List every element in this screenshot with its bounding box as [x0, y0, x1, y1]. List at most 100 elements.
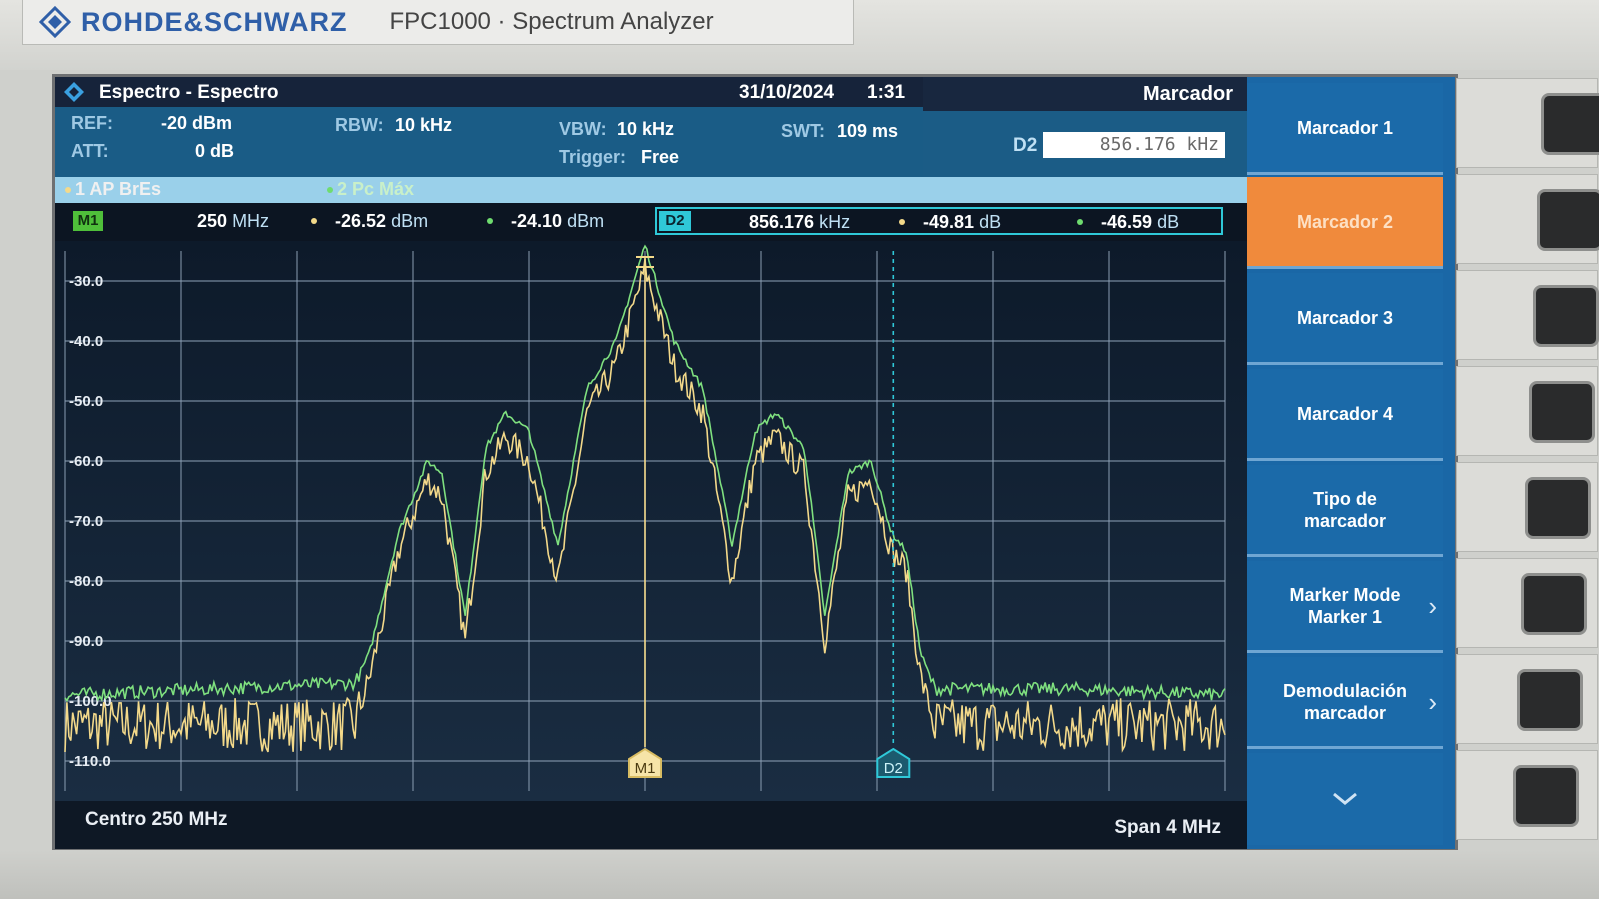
measurement-settings[interactable]: REF: -20 dBm ATT: 0 dB RBW: 10 kHz VBW: … [55, 107, 923, 177]
center-frequency-label[interactable]: Centro 250 MHz [85, 809, 228, 831]
y-tick-label: -50.0 [69, 393, 103, 410]
trace2-color-dot [327, 187, 333, 193]
vbw-label: VBW: [559, 119, 607, 139]
y-tick-label: -80.0 [69, 573, 103, 590]
hw-softkey-2[interactable] [1537, 189, 1599, 251]
hw-key-frame [1456, 558, 1598, 648]
m1-marker-tag-label: M1 [635, 760, 656, 777]
trace-status-row: 1 AP BrEs 2 Pc Máx [55, 177, 1247, 203]
entry-label: D2 [1013, 135, 1038, 156]
brand-name: ROHDE&SCHWARZ [81, 6, 348, 37]
rbw-label: RBW: [335, 115, 384, 135]
instrument-bezel-bottom [0, 850, 1599, 899]
model-name: FPC1000 · Spectrum Analyzer [389, 8, 714, 35]
window-title: Espectro - Espectro [99, 82, 279, 103]
chevron-down-icon [1333, 792, 1357, 805]
d2-frequency-value: 856.176 [749, 212, 815, 232]
d2-trace1-value: -49.81 [923, 212, 975, 232]
softkey-marcador-2[interactable]: Marcador 2 [1247, 177, 1443, 269]
m1-tag[interactable]: M1 [73, 211, 103, 231]
d2-trace1-unit: dB [979, 212, 1002, 232]
trace2-dot [1077, 219, 1083, 225]
vbw-value: 10 kHz [617, 119, 675, 139]
swt-value: 109 ms [837, 121, 899, 141]
d2-marker-tag-label: D2 [884, 760, 903, 777]
ref-label: REF: [71, 113, 113, 133]
softkey-marcador-4[interactable]: Marcador 4 [1247, 369, 1443, 461]
m1-trace2-unit: dBm [567, 211, 605, 231]
m1-trace1-level: -26.52 dBm [311, 211, 428, 232]
hw-softkey-7[interactable] [1517, 669, 1583, 731]
att-label: ATT: [71, 141, 109, 161]
d2-frequency: 856.176 kHz [749, 212, 850, 233]
softkey-demodulacion-marcador[interactable]: Demodulación marcador › [1247, 657, 1443, 749]
hw-softkey-8[interactable] [1513, 765, 1579, 827]
hw-key-frame [1456, 462, 1598, 552]
hw-key-frame [1456, 750, 1598, 840]
chevron-right-icon: › [1428, 686, 1437, 717]
ref-value: -20 dBm [161, 113, 233, 133]
softkey-label: Tipo de marcador [1303, 488, 1387, 531]
d2-trace2-level: -46.59 dB [1077, 212, 1179, 233]
y-tick-label: -40.0 [69, 333, 103, 350]
d2-readout-box[interactable]: D2 856.176 kHz -49.81 dB -46.59 dB [655, 207, 1223, 235]
m1-frequency: 250 MHz [197, 211, 269, 232]
hw-key-frame [1456, 78, 1599, 168]
trace1-dot [899, 219, 905, 225]
m1-trace1-value: -26.52 [335, 211, 387, 231]
softkey-label: Marker Mode Marker 1 [1289, 584, 1401, 627]
softkey-marcador-1[interactable]: Marcador 1 [1247, 83, 1443, 175]
hw-key-frame [1456, 270, 1599, 360]
spectrum-plot-svg[interactable]: -30.0-40.0-50.0-60.0-70.0-80.0-90.0-100.… [55, 241, 1247, 801]
spectrum-diamond-icon [64, 82, 84, 102]
y-tick-label: -30.0 [69, 273, 103, 290]
trace1-label[interactable]: 1 AP BrEs [75, 179, 161, 200]
softkey-label: Demodulación marcador [1282, 680, 1407, 723]
m1-trace2-level: -24.10 dBm [487, 211, 604, 232]
d2-frequency-unit: kHz [819, 212, 851, 232]
m1-trace2-value: -24.10 [511, 211, 563, 231]
hw-softkey-3[interactable] [1533, 285, 1599, 347]
analyzer-screen: Espectro - Espectro 31/10/2024 1:31 Marc… [52, 74, 1458, 852]
softkey-label: Marcador 2 [1296, 211, 1394, 232]
d2-frequency-input[interactable]: 856.176 kHz [1043, 132, 1225, 158]
softkey-panel: Marcador 1 Marcador 2 Marcador 3 Marcado… [1247, 77, 1455, 849]
rbw-value: 10 kHz [395, 115, 453, 135]
time-display: 1:31 [867, 82, 906, 103]
y-tick-label: -110.0 [69, 753, 111, 770]
trigger-label: Trigger: [559, 147, 627, 167]
hw-key-frame [1456, 174, 1599, 264]
span-label[interactable]: Span 4 MHz [1114, 817, 1221, 839]
att-value: 0 dB [195, 141, 235, 161]
hw-softkey-1[interactable] [1541, 93, 1599, 155]
softkey-tipo-de-marcador[interactable]: Tipo de marcador [1247, 465, 1443, 557]
softkey-marcador-3[interactable]: Marcador 3 [1247, 273, 1443, 365]
rs-diamond-logo-icon [39, 6, 71, 38]
hw-key-frame [1456, 654, 1598, 744]
m1-frequency-unit: MHz [232, 211, 270, 231]
hw-softkey-5[interactable] [1525, 477, 1591, 539]
y-tick-label: -60.0 [69, 453, 103, 470]
softkey-label: Marcador 4 [1296, 403, 1394, 424]
hw-softkey-4[interactable] [1529, 381, 1595, 443]
hw-softkey-6[interactable] [1521, 573, 1587, 635]
d2-trace1-level: -49.81 dB [899, 212, 1001, 233]
trigger-value: Free [641, 147, 680, 167]
d2-trace2-unit: dB [1157, 212, 1180, 232]
swt-label: SWT: [781, 121, 825, 141]
softkey-marker-mode[interactable]: Marker Mode Marker 1 › [1247, 561, 1443, 653]
softkey-label: Marcador 1 [1296, 117, 1394, 138]
date-display: 31/10/2024 [739, 82, 835, 103]
trace2-label[interactable]: 2 Pc Máx [337, 179, 414, 200]
softkey-menu-title: Marcador [923, 77, 1247, 111]
y-tick-label: -70.0 [69, 513, 103, 530]
plot-footer: Centro 250 MHz Span 4 MHz [55, 801, 1247, 849]
m1-frequency-value: 250 [197, 211, 228, 231]
softkey-more[interactable] [1247, 753, 1443, 845]
softkey-label: Marcador 3 [1296, 307, 1394, 328]
marker-readout-row: M1 250 MHz -26.52 dBm -24.10 dBm D2 856.… [55, 203, 1247, 241]
trace1-dot [311, 218, 317, 224]
marker-entry-panel: D2 856.176 kHz [923, 111, 1247, 177]
spectrum-plot[interactable]: -30.0 -40.0 -50.0 -60.0 -70.0 -80.0 -90.0 -100.… [55, 241, 1247, 801]
m1-trace1-unit: dBm [391, 211, 429, 231]
